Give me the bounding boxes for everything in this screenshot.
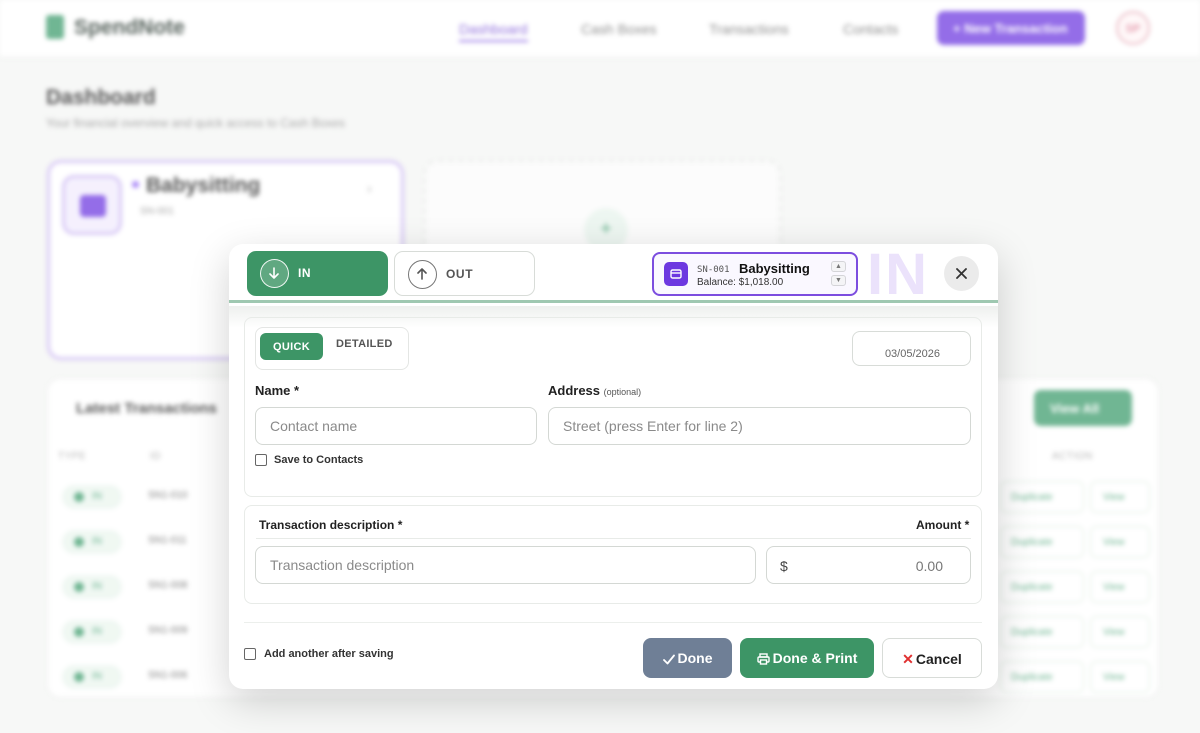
done-print-label: Done & Print (772, 650, 858, 666)
section-divider (256, 538, 971, 539)
amount-placeholder: 0.00 (915, 558, 943, 574)
direction-watermark: IN (867, 244, 929, 307)
date-field[interactable] (852, 331, 971, 366)
address-label-wrap: Address (optional) (548, 383, 641, 398)
entry-mode-toggle: QUICK DETAILED (255, 327, 409, 370)
close-icon (956, 268, 967, 279)
name-label: Name * (255, 383, 300, 398)
mode-quick-tab[interactable]: QUICK (260, 333, 323, 360)
arrow-down-icon (260, 259, 289, 288)
arrow-up-icon (408, 260, 437, 289)
cancel-button[interactable]: ✕ Cancel (882, 638, 982, 678)
description-label: Transaction description * (259, 518, 403, 532)
new-transaction-modal: IN OUT SN-001 Babysitting Balance: $1,01… (229, 244, 998, 689)
check-icon (662, 654, 675, 665)
save-to-contacts-checkbox[interactable] (255, 454, 267, 466)
done-button[interactable]: Done (643, 638, 732, 678)
direction-in-label: IN (298, 266, 312, 280)
printer-icon (756, 653, 770, 665)
cash-box-selector[interactable]: SN-001 Babysitting Balance: $1,018.00 ▲ … (652, 252, 858, 296)
address-label: Address (548, 383, 601, 398)
add-another-label: Add another after saving (264, 648, 394, 660)
address-optional-note: (optional) (603, 387, 642, 397)
contact-name-input[interactable] (255, 407, 537, 445)
amount-input[interactable]: $ 0.00 (766, 546, 971, 584)
direction-out-label: OUT (446, 267, 474, 281)
currency-symbol: $ (780, 558, 788, 574)
chevron-down-icon[interactable]: ▼ (831, 275, 846, 286)
cash-box-name: Babysitting (739, 261, 810, 276)
cancel-label: Cancel (915, 651, 962, 667)
wallet-icon (664, 262, 688, 286)
add-another-checkbox[interactable] (244, 648, 256, 660)
cash-box-balance: Balance: $1,018.00 (697, 277, 784, 288)
close-button[interactable] (944, 256, 979, 291)
amount-label: Amount * (916, 518, 970, 532)
modal-header: IN OUT SN-001 Babysitting Balance: $1,01… (229, 244, 998, 307)
footer-divider (244, 622, 982, 623)
chevron-up-icon[interactable]: ▲ (831, 261, 846, 272)
done-print-button[interactable]: Done & Print (740, 638, 874, 678)
description-input[interactable] (255, 546, 756, 584)
direction-out-button[interactable]: OUT (394, 251, 535, 296)
cash-box-id: SN-001 (697, 265, 730, 275)
mode-detailed-tab[interactable]: DETAILED (336, 338, 393, 350)
close-icon: ✕ (902, 651, 914, 667)
direction-in-button[interactable]: IN (247, 251, 388, 296)
address-input[interactable] (548, 407, 971, 445)
done-label: Done (677, 650, 713, 666)
save-to-contacts-label: Save to Contacts (274, 454, 364, 466)
